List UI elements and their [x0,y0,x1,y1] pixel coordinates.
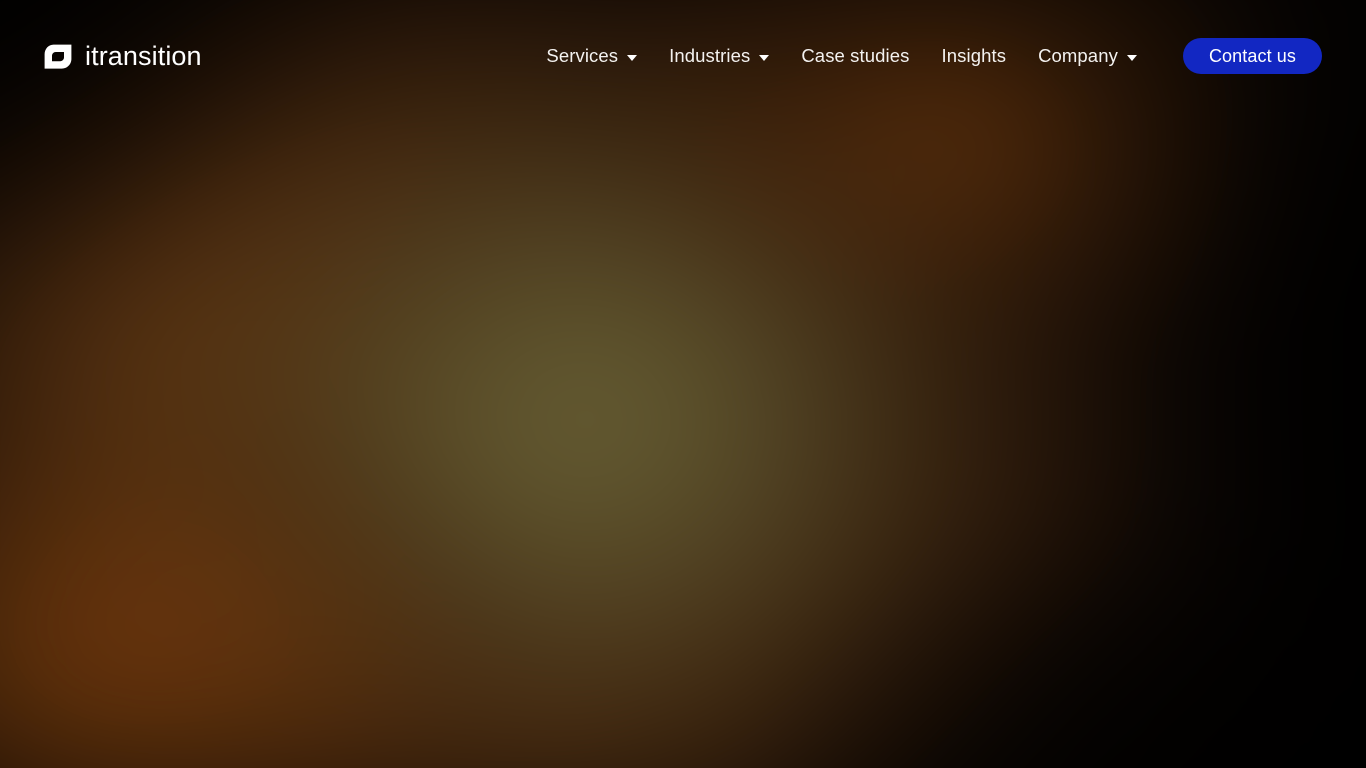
nav-item-label: Industries [669,44,751,66]
main-navigation: Services Industries Case studies Insight… [530,37,1322,76]
nav-item-label: Services [546,44,619,66]
contact-us-button[interactable]: Contact us [1182,38,1322,74]
chevron-down-icon [627,54,638,61]
nav-item-label: Insights [941,44,1007,66]
nav-item-company[interactable]: Company [1022,37,1153,76]
hero-content-area [0,112,1366,768]
brand-logo-link[interactable]: itransition [44,40,202,71]
brand-name: itransition [85,40,202,71]
nav-item-label: Company [1038,44,1118,66]
chevron-down-icon [1126,54,1137,61]
page-stage: itransition Services Industries Case stu… [0,0,1366,768]
nav-item-case-studies[interactable]: Case studies [785,37,925,76]
nav-item-label: Case studies [801,44,910,66]
nav-item-insights[interactable]: Insights [926,37,1023,76]
chevron-down-icon [759,54,770,61]
nav-item-services[interactable]: Services [530,37,653,76]
nav-item-industries[interactable]: Industries [653,37,785,76]
site-header: itransition Services Industries Case stu… [0,0,1366,112]
itransition-leaf-logo-icon [44,44,72,69]
